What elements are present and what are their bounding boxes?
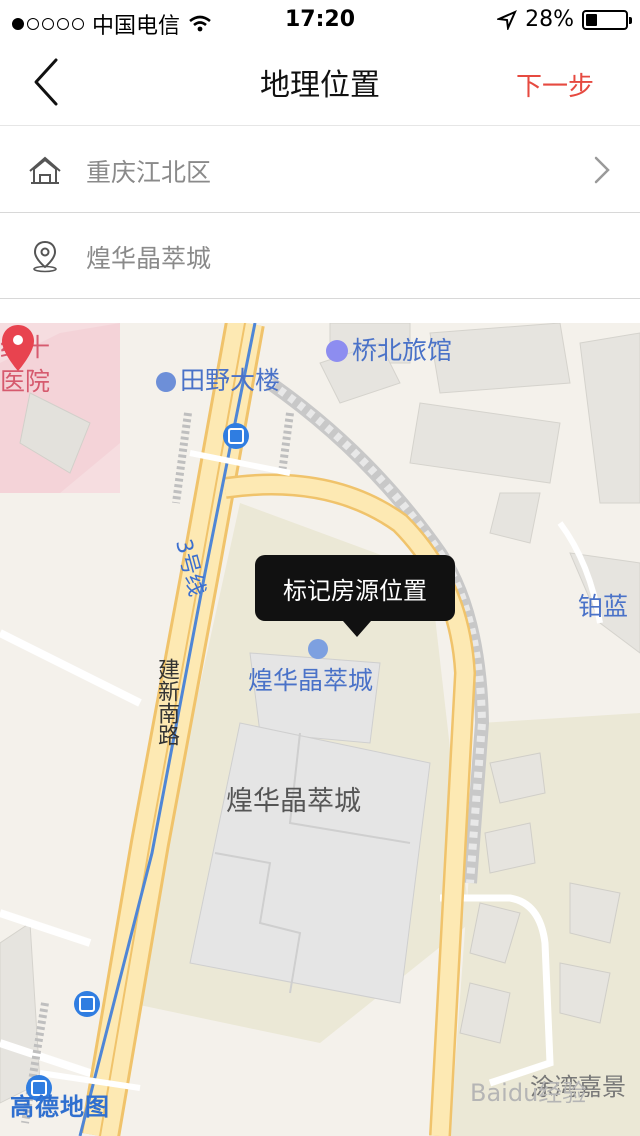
battery-percent: 28%	[525, 7, 574, 32]
complex-poi-text: 煌华晶萃城	[248, 666, 374, 695]
marker-tooltip: 标记房源位置	[255, 555, 455, 637]
location-arrow-icon	[497, 9, 518, 30]
building-poi[interactable]: 田野大楼	[156, 361, 280, 397]
complex-poi[interactable]: 煌华晶萃城	[248, 661, 373, 697]
tooltip-text: 标记房源位置	[283, 576, 427, 605]
road-label: 建新南路	[154, 658, 179, 746]
address-row[interactable]: 煌华晶萃城	[0, 213, 640, 299]
home-marker-icon	[308, 639, 328, 659]
district-row[interactable]: 重庆江北区	[0, 127, 640, 213]
district-value: 重庆江北区	[86, 158, 212, 187]
hotel-poi[interactable]: 桥北旅馆	[326, 331, 452, 367]
amap-logo: 高德地图	[10, 1093, 110, 1121]
navigation-bar: 地理位置 下一步	[0, 40, 640, 126]
building-icon	[156, 372, 176, 392]
chevron-right-icon	[594, 156, 610, 184]
status-right: 28%	[497, 7, 632, 32]
battery-icon	[582, 9, 632, 30]
address-value: 煌华晶萃城	[86, 244, 212, 273]
map-canvas	[0, 323, 640, 1136]
bus-stop-icon[interactable]	[223, 423, 249, 449]
bus-stop-icon[interactable]	[74, 991, 100, 1017]
map-marker-pin-icon[interactable]	[0, 323, 36, 373]
complex-block-label: 煌华晶萃城	[226, 786, 361, 817]
next-step-button[interactable]: 下一步	[516, 66, 594, 103]
right-poi[interactable]: 铂蓝	[578, 587, 628, 623]
hotel-icon	[326, 340, 348, 362]
watermark: Baidu经验	[470, 1079, 587, 1107]
location-pin-icon	[33, 240, 57, 273]
map-view[interactable]: 红十医院 桥北旅馆 田野大楼 3号线 建新南路 煌华晶萃城 煌华晶萃城 铂蓝 标…	[0, 323, 640, 1136]
house-district-icon	[29, 156, 61, 184]
status-bar: 中国电信 17:20 28%	[0, 0, 640, 40]
